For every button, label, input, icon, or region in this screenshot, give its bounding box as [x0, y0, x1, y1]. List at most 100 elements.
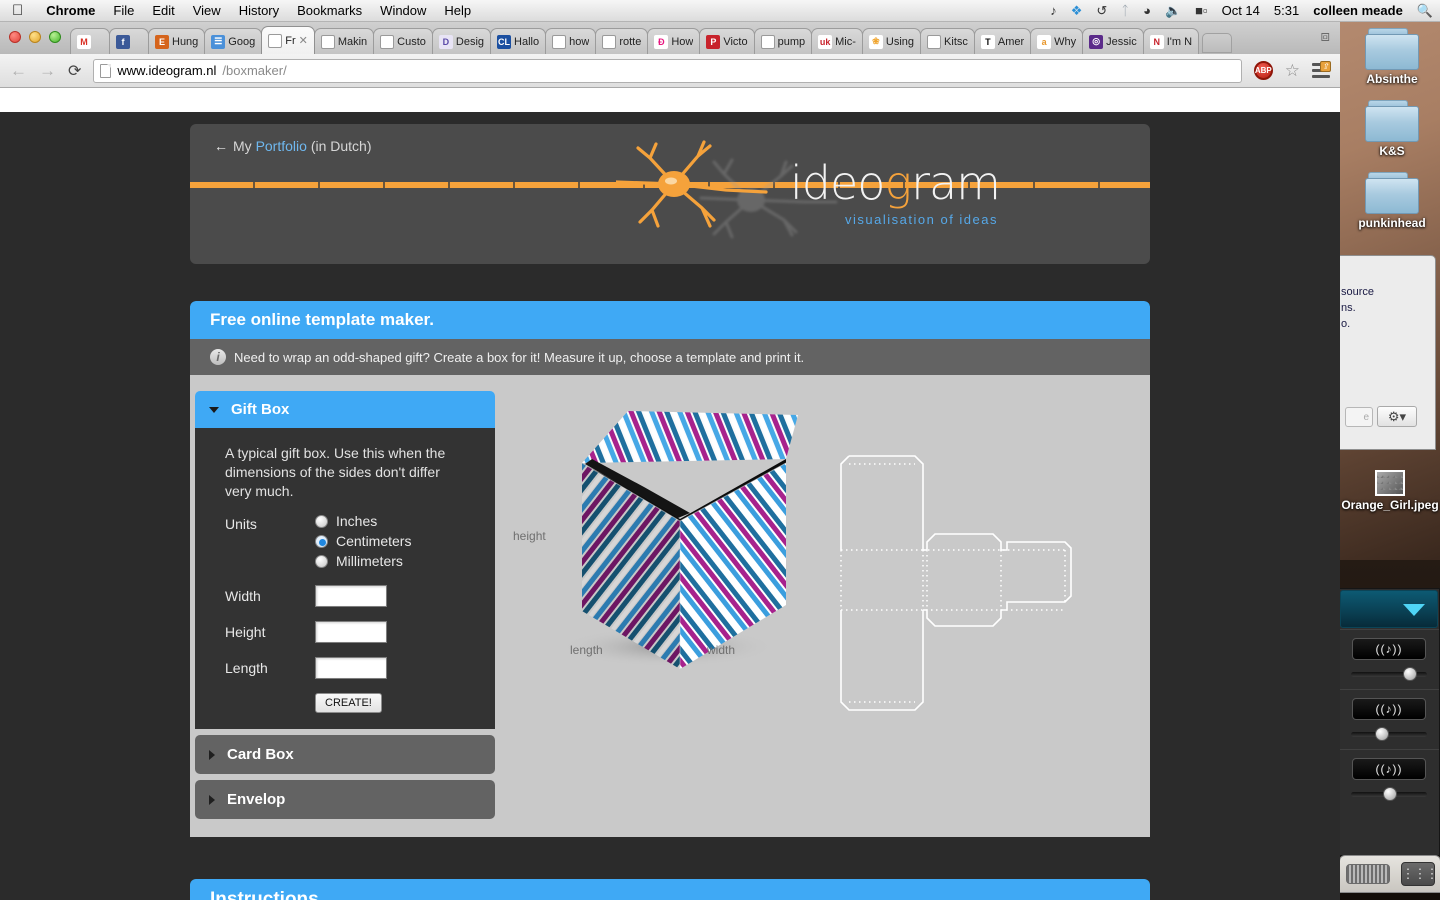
close-icon[interactable]: ✕: [299, 34, 308, 47]
volume-slider[interactable]: [1351, 667, 1427, 681]
bluetooth-icon[interactable]: ᛏ: [1121, 3, 1129, 18]
chevron-down-icon[interactable]: [1403, 604, 1425, 616]
menu-item-bookmarks[interactable]: Bookmarks: [288, 3, 371, 18]
new-tab-button[interactable]: [1202, 33, 1233, 53]
menu-item-help[interactable]: Help: [435, 3, 480, 18]
sound-wave-icon[interactable]: ((♪)): [1352, 758, 1426, 780]
radio-millimeters[interactable]: Millimeters: [315, 553, 411, 569]
adblock-icon[interactable]: ABP: [1253, 61, 1273, 80]
browser-tab[interactable]: a Why: [1030, 28, 1084, 54]
apple-logo-icon[interactable]: : [12, 3, 23, 18]
menu-item-window[interactable]: Window: [371, 3, 435, 18]
minimize-window-button[interactable]: [29, 31, 41, 43]
browser-tab-active[interactable]: Fr ✕: [261, 26, 315, 54]
volume-slider[interactable]: [1351, 727, 1427, 741]
browser-tab[interactable]: ☰ Goog: [204, 28, 263, 54]
volume-slider[interactable]: [1351, 787, 1427, 801]
browser-tab[interactable]: Kitsc: [920, 28, 975, 54]
units-radio-group[interactable]: Inches Centimeters Millimeters: [315, 513, 411, 569]
browser-tab[interactable]: D Desig: [431, 28, 492, 54]
browser-tab[interactable]: how: [545, 28, 597, 54]
slider-knob[interactable]: [1382, 787, 1397, 801]
browser-tab[interactable]: ◎ Jessic: [1082, 28, 1144, 54]
mixer-row[interactable]: ((♪)): [1339, 749, 1439, 809]
desktop-folder-ks[interactable]: K&S: [1344, 100, 1440, 158]
radio-inches[interactable]: Inches: [315, 513, 411, 529]
close-window-button[interactable]: [9, 31, 21, 43]
music-note-icon[interactable]: ♪: [1050, 3, 1057, 18]
mixer-row[interactable]: ((♪)): [1339, 629, 1439, 689]
desktop-folder-punkinhead[interactable]: punkinhead: [1344, 172, 1440, 230]
ideogram-logo[interactable]: ideogram visualisation of ideas: [606, 140, 1126, 250]
mixer-footer[interactable]: ⋮⋮⋮: [1339, 855, 1440, 893]
mixer-header[interactable]: [1340, 590, 1438, 628]
desktop-folder-absinthe[interactable]: Absinthe: [1344, 28, 1440, 86]
radio-button-selected[interactable]: [315, 534, 328, 548]
menubar-time[interactable]: 5:31: [1274, 3, 1299, 18]
background-window-toolbar[interactable]: e ⚙▾: [1345, 406, 1417, 427]
accordion-header-envelop[interactable]: Envelop: [195, 780, 495, 819]
browser-tab[interactable]: T Amer: [973, 28, 1032, 54]
window-controls[interactable]: [9, 31, 61, 43]
background-window[interactable]: source ns. o. e ⚙▾: [1336, 255, 1436, 450]
menu-item-chrome[interactable]: Chrome: [37, 3, 104, 18]
browser-tab[interactable]: Đ How: [647, 28, 701, 54]
length-input[interactable]: [315, 657, 387, 679]
menu-item-file[interactable]: File: [104, 3, 143, 18]
back-arrow-icon[interactable]: ←: [10, 61, 27, 81]
equalizer-icon[interactable]: ⋮⋮⋮: [1400, 862, 1439, 886]
chrome-menu-icon[interactable]: ⇧: [1312, 60, 1331, 79]
menu-item-history[interactable]: History: [230, 3, 288, 18]
browser-tab[interactable]: M: [70, 28, 110, 54]
url-host: www.ideogram.nl: [117, 63, 217, 78]
browser-tab[interactable]: CL Hallo: [490, 28, 547, 54]
browser-tab[interactable]: ❀ Using: [861, 28, 922, 54]
browser-tab[interactable]: rotte: [595, 28, 649, 54]
star-icon[interactable]: ☆: [1285, 61, 1300, 81]
menu-item-view[interactable]: View: [184, 3, 230, 18]
slider-knob[interactable]: [1402, 667, 1417, 681]
radio-centimeters[interactable]: Centimeters: [315, 533, 411, 549]
reload-icon[interactable]: ⟳: [68, 61, 81, 81]
sound-wave-icon[interactable]: ((♪)): [1352, 638, 1426, 660]
accordion-header-card-box[interactable]: Card Box: [195, 735, 495, 774]
slider-knob[interactable]: [1375, 727, 1390, 741]
accordion-header-gift-box[interactable]: Gift Box: [195, 391, 495, 428]
radio-button[interactable]: [315, 554, 328, 568]
browser-tab[interactable]: pump: [753, 28, 813, 54]
address-bar[interactable]: www.ideogram.nl/boxmaker/: [93, 58, 1242, 83]
audio-mixer-window[interactable]: ((♪)) ((♪)) ((♪)) ⋮⋮⋮: [1338, 588, 1440, 893]
browser-tab[interactable]: Makin: [313, 28, 375, 54]
forward-arrow-icon[interactable]: →: [39, 61, 56, 81]
gear-dropdown-icon[interactable]: ⚙▾: [1377, 406, 1417, 427]
browser-tab[interactable]: N I'm N: [1142, 28, 1200, 54]
height-input[interactable]: [315, 621, 387, 643]
tulip-icon: ❀: [868, 34, 883, 49]
portfolio-link[interactable]: Portfolio: [256, 138, 307, 154]
time-machine-icon[interactable]: ↺: [1096, 3, 1107, 19]
instructions-panel: Instructions: [190, 879, 1150, 900]
back-to-portfolio-link[interactable]: ← My Portfolio (in Dutch): [214, 138, 372, 154]
fullscreen-icon[interactable]: ⧈: [1320, 28, 1330, 45]
radio-button[interactable]: [315, 514, 328, 528]
desktop-file-orange-girl[interactable]: Orange_Girl.jpeg: [1340, 470, 1440, 512]
background-window-field[interactable]: e: [1345, 406, 1373, 427]
browser-tab[interactable]: f: [109, 28, 149, 54]
dropbox-icon[interactable]: ❖: [1071, 3, 1083, 19]
battery-icon[interactable]: ■▫: [1195, 3, 1207, 18]
wifi-icon[interactable]: ◕: [1143, 3, 1151, 18]
sound-wave-icon[interactable]: ((♪)): [1352, 698, 1426, 720]
menubar-date[interactable]: Oct 14: [1222, 3, 1260, 18]
menu-item-edit[interactable]: Edit: [143, 3, 183, 18]
browser-tab[interactable]: E Hung: [148, 28, 206, 54]
menubar-username[interactable]: colleen meade: [1313, 3, 1403, 18]
volume-icon[interactable]: 🔈: [1165, 3, 1181, 19]
create-button[interactable]: CREATE!: [315, 693, 382, 713]
browser-tab[interactable]: P Victo: [699, 28, 755, 54]
zoom-window-button[interactable]: [49, 31, 61, 43]
spotlight-search-icon[interactable]: 🔍: [1417, 3, 1433, 19]
browser-tab[interactable]: uk Mic-: [811, 28, 863, 54]
width-input[interactable]: [315, 585, 387, 607]
mixer-row[interactable]: ((♪)): [1339, 689, 1439, 749]
browser-tab[interactable]: Custo: [373, 28, 433, 54]
